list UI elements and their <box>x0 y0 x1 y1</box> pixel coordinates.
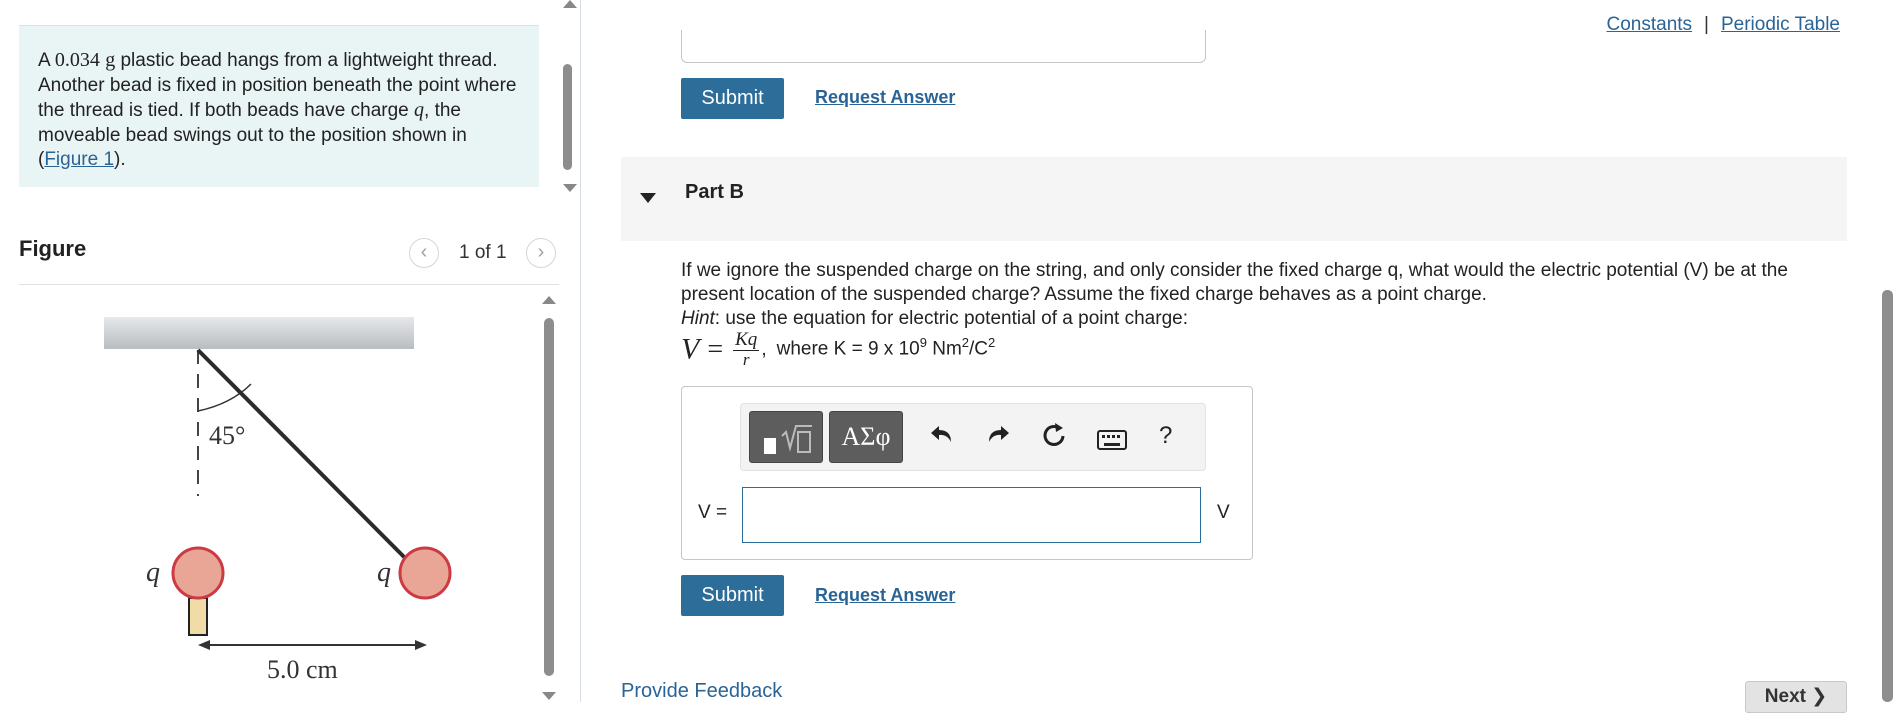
problem-scrollbar-thumb[interactable] <box>563 64 572 170</box>
figure-next-button[interactable]: › <box>526 238 556 268</box>
fixed-bead-stand <box>188 597 208 636</box>
part-b-question: If we ignore the suspended charge on the… <box>681 259 1841 331</box>
fixed-bead <box>171 546 225 600</box>
provide-feedback-link[interactable]: Provide Feedback <box>621 680 782 703</box>
undo-icon[interactable] <box>929 422 955 453</box>
figure-scroll-up-arrow[interactable] <box>542 296 556 304</box>
formula-numerator: Kq <box>733 329 760 351</box>
figure-divider <box>19 284 559 285</box>
left-charge-label: q <box>146 557 160 588</box>
left-panel: A 0.034 g plastic bead hangs from a ligh… <box>0 0 581 702</box>
moveable-bead <box>398 546 452 600</box>
figure-prev-button[interactable]: ‹ <box>409 238 439 268</box>
figure-link[interactable]: Figure 1 <box>44 149 114 170</box>
header-links: Constants | Periodic Table <box>1607 14 1841 36</box>
ceiling <box>104 317 414 349</box>
header-separator: | <box>1704 14 1709 35</box>
math-toolbar: ΑΣφ ? <box>740 403 1206 471</box>
where-units-exponent-2: 2 <box>988 335 996 351</box>
templates-icon <box>764 425 812 454</box>
distance-label: 5.0 cm <box>267 655 338 684</box>
collapse-caret-icon[interactable] <box>640 193 656 203</box>
formula-denominator: r <box>742 350 750 369</box>
periodic-table-link[interactable]: Periodic Table <box>1721 14 1840 35</box>
formula-comma: , <box>761 338 767 360</box>
next-button[interactable]: Next ❯ <box>1745 681 1847 713</box>
hint-label: Hint <box>681 308 715 329</box>
part-b-request-answer-link[interactable]: Request Answer <box>815 585 955 606</box>
question-text: If we ignore the suspended charge on the… <box>681 260 1788 305</box>
part-b-answer-box: ΑΣφ ? V = V <box>681 386 1253 560</box>
where-exponent: 9 <box>919 335 927 351</box>
scroll-down-arrow[interactable] <box>563 184 577 192</box>
help-icon[interactable]: ? <box>1159 422 1172 450</box>
bead-diagram: 45° q q 5.0 cm <box>104 317 452 684</box>
mass-unit: g <box>105 49 116 71</box>
part-b-title: Part B <box>685 181 744 203</box>
hint-text: : use the equation for electric potentia… <box>714 308 1188 329</box>
constants-link[interactable]: Constants <box>1607 14 1693 35</box>
formula-equals: = <box>707 333 724 365</box>
answer-unit: V <box>1217 502 1230 523</box>
part-b-submit-button[interactable]: Submit <box>681 575 784 616</box>
distance-arrowhead-right <box>415 640 427 650</box>
figure-title: Figure <box>19 236 87 261</box>
problem-statement: A 0.034 g plastic bead hangs from a ligh… <box>19 25 539 187</box>
figure-pager-count: 1 of 1 <box>459 242 507 263</box>
scroll-up-arrow[interactable] <box>563 0 577 8</box>
formula-fraction: Kq r <box>733 329 760 369</box>
reset-icon[interactable] <box>1041 422 1069 457</box>
part-a-request-answer-link[interactable]: Request Answer <box>815 87 955 108</box>
potential-answer-input[interactable] <box>742 487 1201 543</box>
answer-label: V = <box>698 502 728 523</box>
charge-symbol: q <box>414 99 425 121</box>
where-units: Nm <box>926 338 962 360</box>
potential-formula: V = Kq r, where K = 9 x 109 Nm2/C2 <box>681 330 995 376</box>
mass-value: 0.034 <box>54 49 100 71</box>
where-text: where K = 9 x 10 <box>776 338 920 360</box>
page-scrollbar-thumb[interactable] <box>1882 290 1893 702</box>
templates-button[interactable] <box>749 411 823 463</box>
angle-label: 45° <box>209 421 245 450</box>
problem-text-4: ). <box>114 149 126 170</box>
thread <box>196 348 427 580</box>
right-charge-label: q <box>377 557 391 588</box>
distance-arrowhead-left <box>198 640 210 650</box>
part-b-header[interactable]: Part B <box>621 157 1847 241</box>
figure-image: 45° q q 5.0 cm <box>19 286 544 702</box>
where-units-exponent: 2 <box>961 335 970 351</box>
where-units-2: /C <box>969 338 989 360</box>
greek-symbols-button[interactable]: ΑΣφ <box>829 411 903 463</box>
figure-scrollbar-thumb[interactable] <box>544 318 554 676</box>
formula-lhs: V <box>681 332 700 366</box>
problem-text-1: A <box>38 50 55 71</box>
figure-scroll-down-arrow[interactable] <box>542 692 556 700</box>
keyboard-icon[interactable] <box>1097 426 1127 457</box>
part-a-submit-button[interactable]: Submit <box>681 78 784 119</box>
part-a-answer-box <box>681 30 1206 63</box>
redo-icon[interactable] <box>985 422 1011 453</box>
